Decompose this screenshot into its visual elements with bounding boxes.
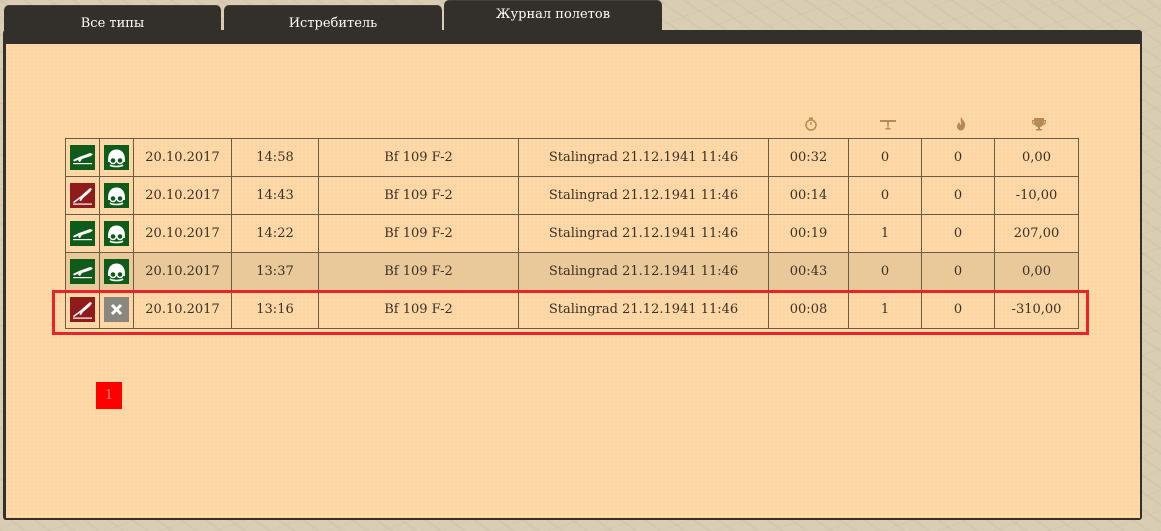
stopwatch-icon: [803, 116, 819, 132]
outcome-cell: [65, 138, 100, 177]
table-row[interactable]: 20.10.2017 14:22 Bf 109 F-2 Stalingrad 21.1…: [65, 214, 1079, 253]
kills-cell: 1: [848, 214, 922, 253]
duration-cell: 00:32: [768, 138, 849, 177]
duration-cell: 00:43: [768, 252, 849, 291]
table-row[interactable]: 20.10.2017 14:43 Bf 109 F-2 Stalingrad 21.1…: [65, 176, 1079, 215]
aircraft-cell: Bf 109 F-2: [318, 214, 519, 253]
date-cell: 20.10.2017: [133, 176, 232, 215]
score-cell: 207,00: [994, 214, 1079, 253]
mission-cell: Stalingrad 21.12.1941 11:46: [518, 252, 769, 291]
duration-cell: 00:14: [768, 176, 849, 215]
date-cell: 20.10.2017: [133, 138, 232, 177]
pilot-alive-icon: [104, 183, 129, 208]
page-button-1[interactable]: 1: [96, 382, 122, 409]
kills-cell: 0: [848, 138, 922, 177]
pilot-alive-icon: [104, 221, 129, 246]
kills-cell: 0: [848, 252, 922, 291]
outcome-cell: [65, 176, 100, 215]
ground-kills-cell: 0: [921, 176, 995, 215]
ground-kills-cell: 0: [921, 252, 995, 291]
plane-icon: [879, 116, 896, 132]
outcome-cell: [65, 252, 100, 291]
trophy-icon: [1031, 116, 1047, 132]
aircraft-landed-icon: [70, 221, 95, 246]
pilot-status-cell: [99, 138, 134, 177]
pilot-alive-icon: [104, 145, 129, 170]
ground-kills-cell: 0: [921, 138, 995, 177]
selected-row-highlight: [52, 290, 1089, 335]
outcome-cell: [65, 214, 100, 253]
aircraft-cell: Bf 109 F-2: [318, 252, 519, 291]
date-cell: 20.10.2017: [133, 252, 232, 291]
pilot-status-cell: [99, 214, 134, 253]
score-cell: 0,00: [994, 138, 1079, 177]
kills-cell: 0: [848, 176, 922, 215]
aircraft-cell: Bf 109 F-2: [318, 176, 519, 215]
time-cell: 14:43: [231, 176, 319, 215]
aircraft-crashed-icon: [70, 183, 95, 208]
mission-cell: Stalingrad 21.12.1941 11:46: [518, 176, 769, 215]
time-cell: 13:37: [231, 252, 319, 291]
score-cell: -10,00: [994, 176, 1079, 215]
aircraft-cell: Bf 109 F-2: [318, 138, 519, 177]
pilot-alive-icon: [104, 259, 129, 284]
fire-icon: [953, 116, 969, 132]
duration-cell: 00:19: [768, 214, 849, 253]
score-cell: 0,00: [994, 252, 1079, 291]
time-cell: 14:58: [231, 138, 319, 177]
time-cell: 14:22: [231, 214, 319, 253]
aircraft-landed-icon: [70, 145, 95, 170]
tab-flight-log[interactable]: Журнал полетов: [444, 0, 662, 30]
mission-cell: Stalingrad 21.12.1941 11:46: [518, 214, 769, 253]
table-row[interactable]: 20.10.2017 14:58 Bf 109 F-2 Stalingrad 21.1…: [65, 138, 1079, 177]
date-cell: 20.10.2017: [133, 214, 232, 253]
pilot-status-cell: [99, 252, 134, 291]
mission-cell: Stalingrad 21.12.1941 11:46: [518, 138, 769, 177]
table-row[interactable]: 20.10.2017 13:37 Bf 109 F-2 Stalingrad 21.1…: [65, 252, 1079, 291]
aircraft-landed-icon: [70, 259, 95, 284]
ground-kills-cell: 0: [921, 214, 995, 253]
pilot-status-cell: [99, 176, 134, 215]
